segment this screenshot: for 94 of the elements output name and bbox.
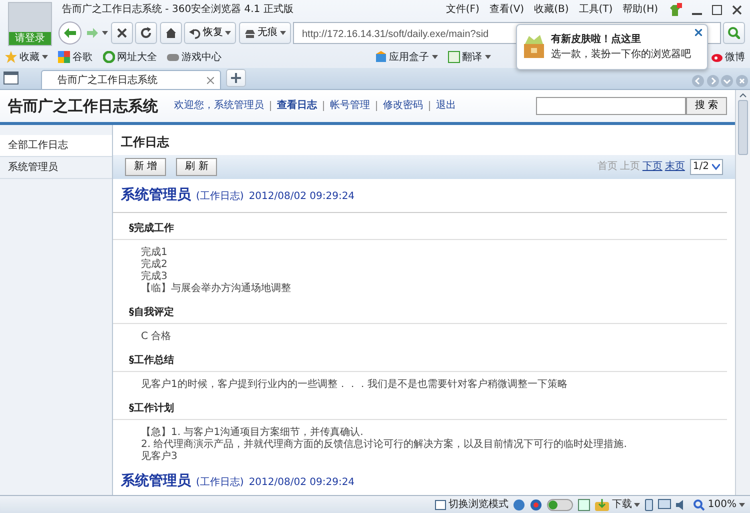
sidebar-item[interactable]: 全部工作日志	[0, 134, 112, 157]
pager-link[interactable]: 下页	[642, 159, 662, 174]
notification-text: 选一款，装扮一下你的浏览器吧	[551, 48, 691, 62]
caret-icon	[225, 30, 231, 34]
entry-author[interactable]: 系统管理员	[121, 184, 191, 206]
caret-icon	[102, 30, 108, 34]
nav-link[interactable]: 修改密码	[376, 100, 429, 111]
log-text: 2. 给代理商演示产品，并就代理商方面的反馈信息讨论可行的解决方案，以及目前情况下可行的临时处理措施.	[140, 438, 628, 450]
bookmark-link[interactable]: 应用盒子	[374, 50, 438, 64]
gift-box-icon	[523, 35, 545, 59]
browse-mode-button[interactable]: 切换浏览模式	[434, 497, 508, 512]
menu-item[interactable]: 查看(V)	[489, 0, 524, 20]
log-text: 见客户1的时候，客户提到行业内的一些调整．．．我们是不是也需要针对客户稍微调整一下策略	[140, 378, 568, 391]
section-heading: §自我评定	[113, 296, 727, 324]
download-icon	[595, 498, 610, 510]
refresh-icon	[140, 26, 152, 38]
log-text: 【急】1. 与客户1沟通项目方案细节，并传真确认.	[140, 426, 364, 438]
window-title: 告而广之工作日志系统 - 360安全浏览器 4.1 正式版	[62, 2, 294, 17]
zoom-button[interactable]: 100%	[693, 497, 745, 512]
log-text: C 合格	[140, 330, 172, 343]
refresh-button[interactable]	[135, 22, 157, 44]
search-button[interactable]: 搜 索	[686, 96, 727, 115]
sidebar-item[interactable]: 系统管理员	[0, 156, 112, 179]
star-icon	[5, 51, 17, 63]
window-icon[interactable]	[2, 71, 18, 85]
scroll-thumb[interactable]	[738, 100, 748, 155]
notification-popup[interactable]: 有新皮肤啦！点这里 选一款，装扮一下你的浏览器吧	[516, 24, 708, 70]
new-tab-button[interactable]	[226, 69, 246, 87]
maximize-icon[interactable]	[712, 5, 722, 15]
entry-type: (工作日志)	[196, 190, 244, 204]
entry-time: 2012/08/02 09:29:24	[248, 190, 355, 204]
scrollbar[interactable]	[735, 90, 750, 495]
translate-icon	[448, 51, 460, 63]
restore-button[interactable]: 恢复	[184, 22, 236, 44]
home-button[interactable]	[160, 22, 182, 44]
caret-icon	[280, 30, 286, 34]
page-select[interactable]: 1/2	[690, 158, 723, 175]
menu-item[interactable]: 文件(F)	[446, 0, 480, 20]
bookmark-link[interactable]: 收藏	[5, 50, 48, 64]
search-button[interactable]	[723, 22, 745, 44]
action-button[interactable]: 新 增	[125, 158, 166, 176]
site-title: 告而广之工作日志系统	[8, 96, 158, 117]
home-icon	[164, 26, 176, 38]
nav-link[interactable]: 查看日志	[270, 100, 323, 111]
browser-tab[interactable]: 告而广之工作日志系统	[40, 70, 220, 89]
box-icon	[374, 51, 386, 63]
pager-link: 首页	[597, 160, 618, 174]
close-icon[interactable]	[732, 5, 742, 15]
section-heading: §完成工作	[113, 212, 727, 240]
pager-link[interactable]: 末页	[664, 159, 685, 174]
entry-type: (工作日志)	[196, 476, 244, 490]
log-text: 完成1	[140, 246, 168, 258]
section-heading: §工作总结	[113, 344, 727, 372]
menu-item[interactable]: 收藏(B)	[534, 0, 569, 20]
stop-button[interactable]	[110, 22, 132, 44]
section-heading: §工作计划	[113, 392, 727, 420]
close-icon[interactable]	[695, 29, 702, 36]
bookmark-link[interactable]: 网址大全	[102, 50, 157, 64]
bookmark-link[interactable]: 谷歌	[58, 50, 92, 64]
pager-link: 上页	[620, 160, 640, 174]
log-text: 【临】与展会举办方沟通场地调整	[140, 282, 292, 295]
log-text: 完成3	[140, 270, 168, 282]
window-icon	[434, 500, 446, 510]
plus-icon	[230, 73, 240, 83]
menu-item[interactable]: 帮助(H)	[622, 0, 658, 20]
chevron-down-icon	[712, 164, 720, 170]
toggle-icon[interactable]	[547, 498, 574, 510]
monitor-icon[interactable]	[658, 498, 672, 510]
greeting-text: 欢迎您，系统管理员	[173, 100, 265, 111]
caret-icon	[634, 502, 640, 506]
download-button[interactable]: 下载	[595, 497, 640, 512]
bookmark-link[interactable]: 微博	[710, 50, 745, 64]
magnifier-icon	[693, 498, 706, 510]
page-heading: 工作日志	[120, 134, 170, 151]
log-text: 完成2	[140, 258, 168, 270]
action-button[interactable]: 刷 新	[176, 158, 218, 176]
search-field[interactable]	[536, 96, 686, 115]
nav-link[interactable]: 退出	[429, 100, 462, 111]
nav-link[interactable]: 帐号管理	[323, 100, 376, 111]
log-text: 见客户3	[140, 450, 178, 463]
bookmark-link[interactable]: 游戏中心	[167, 50, 222, 64]
entry-time: 2012/08/02 09:29:24	[248, 476, 355, 490]
bookmark-link[interactable]: 翻译	[448, 50, 490, 64]
entry-author[interactable]: 系统管理员	[121, 470, 191, 492]
undo-icon	[189, 26, 201, 38]
incognito-button[interactable]: 无痕	[238, 22, 290, 44]
back-icon[interactable]	[57, 20, 83, 44]
search-icon	[728, 26, 740, 38]
caret-icon	[739, 502, 745, 506]
phone-icon[interactable]	[645, 498, 654, 510]
menu-item[interactable]: 工具(T)	[578, 0, 613, 20]
grid-icon	[58, 51, 70, 63]
skin-icon[interactable]	[668, 3, 682, 17]
stop-icon	[116, 26, 128, 38]
